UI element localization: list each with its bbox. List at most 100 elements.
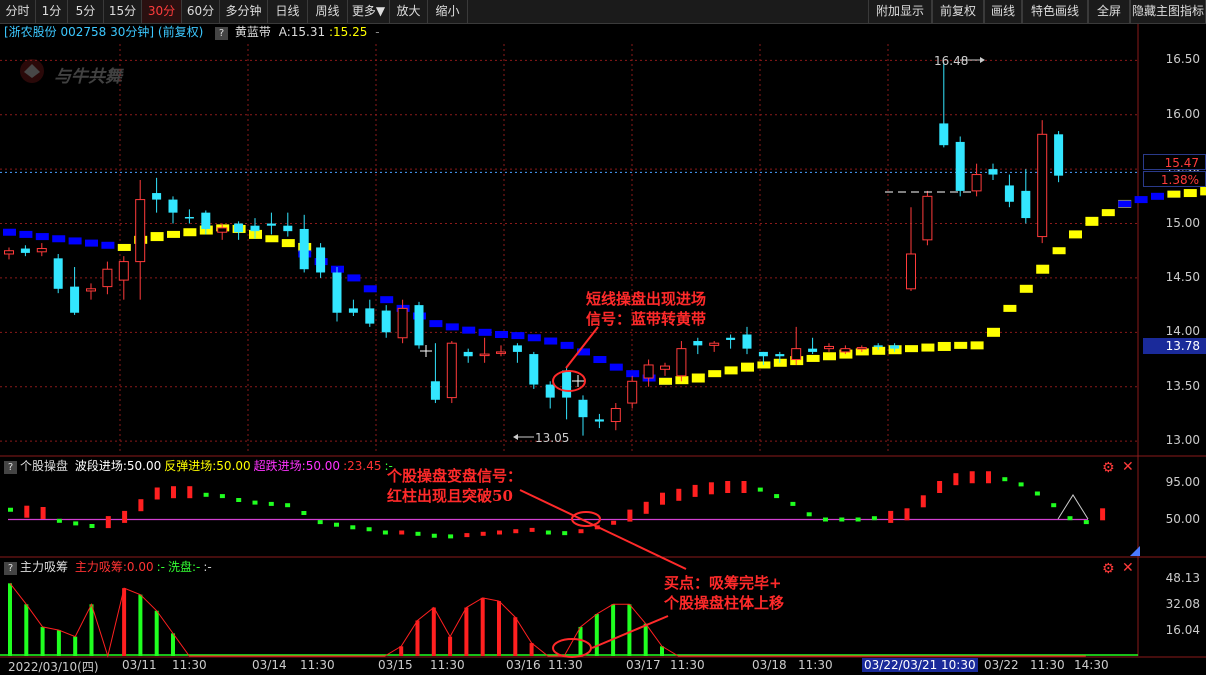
sub2-settings-icon[interactable]: ⚙	[1102, 562, 1115, 576]
sub2-bar	[643, 623, 648, 656]
sub1-bar	[138, 499, 144, 512]
band-block	[823, 352, 836, 361]
sub2-bar	[660, 646, 664, 656]
sub1-bar	[627, 509, 633, 522]
sub1-bar	[660, 492, 665, 505]
sub1-bar	[969, 471, 975, 484]
sub1-bar	[334, 522, 339, 527]
sub2-bar	[89, 604, 94, 656]
band-block	[970, 341, 984, 350]
sub1-bar	[24, 505, 30, 518]
candle-body-down	[529, 354, 539, 385]
sub2-name[interactable]: 主力吸筹	[20, 560, 68, 574]
sub2-bar	[138, 594, 143, 656]
sub2-bar	[513, 617, 518, 656]
band-block	[987, 327, 1000, 337]
candle-body-down	[414, 305, 424, 346]
candle-body-up	[479, 353, 490, 357]
sub1-settings-icon[interactable]: ⚙	[1102, 461, 1115, 475]
candle-body-down	[693, 341, 703, 346]
candle-body-up	[627, 380, 638, 404]
band-block	[1019, 284, 1033, 293]
band-block	[495, 330, 508, 338]
band-block	[1069, 230, 1082, 239]
sub1-bar	[236, 498, 242, 502]
sub2-help-icon[interactable]: ?	[4, 562, 17, 575]
sub2-bar	[171, 633, 175, 656]
time-label: 11:30	[1030, 658, 1065, 672]
sub2-y-tick-label: 48.13	[1165, 571, 1200, 585]
band-block	[691, 373, 705, 383]
sub2-bar	[497, 601, 501, 656]
band-block	[150, 232, 164, 242]
time-label: 11:30	[670, 658, 705, 672]
candle-body-down	[1004, 185, 1014, 202]
sub1-bar	[431, 533, 437, 538]
sub1-bar	[1034, 491, 1040, 496]
y-tick-label: 14.00	[1165, 324, 1200, 339]
sub1-bar	[56, 518, 62, 523]
sub1-bar	[643, 501, 649, 514]
sub1-y-tick-label: 50.00	[1165, 512, 1200, 526]
candle-body-down	[1021, 190, 1031, 219]
sub1-bar	[285, 503, 291, 508]
band-block	[527, 334, 541, 342]
sub2-bar	[464, 607, 469, 656]
sub1-param: 反弹进场:50.00	[164, 459, 251, 473]
sub1-bar	[920, 495, 926, 508]
sub2-header: ? 主力吸筹 主力吸筹:0.00:- 洗盘:-:-	[4, 560, 212, 575]
band-block	[3, 228, 16, 236]
candle-body-down	[168, 199, 178, 213]
y-tick-label: 16.00	[1165, 106, 1200, 121]
sub2-bar	[431, 607, 436, 656]
candle-body-down	[234, 223, 244, 233]
time-label: 11:30	[300, 658, 335, 672]
sub1-bar	[89, 524, 95, 528]
candle-body-down	[988, 169, 998, 175]
sub1-bar	[448, 534, 454, 539]
time-label: 03/22/03/21 10:30	[862, 658, 978, 672]
band-block	[68, 237, 82, 245]
sub1-bar	[464, 533, 470, 538]
candle-body-down	[463, 351, 473, 357]
candle-body-up	[643, 364, 654, 379]
sub1-bar	[529, 527, 535, 532]
annotation-turn-line1: 个股操盘变盘信号：	[387, 467, 523, 485]
candle-body-down	[201, 212, 211, 229]
sub1-bar	[774, 494, 780, 499]
band-block	[19, 230, 33, 238]
candle-body-up	[906, 253, 916, 290]
band-block	[1118, 200, 1132, 208]
y-tick-label: 14.50	[1165, 269, 1200, 284]
time-label: 03/11	[122, 658, 157, 672]
candle-body-down	[348, 308, 358, 313]
candle-body-down	[873, 345, 883, 347]
band-block	[52, 235, 66, 243]
candle-body-down	[184, 216, 194, 219]
triangle-marker	[1057, 494, 1089, 520]
sub2-bar	[594, 614, 599, 656]
candle-body-up	[676, 348, 687, 377]
sub1-name[interactable]: 个股操盘	[20, 459, 68, 473]
sub2-close-icon[interactable]: ✕	[1122, 561, 1134, 575]
sub1-bar	[545, 530, 551, 535]
sub1-help-icon[interactable]: ?	[4, 461, 17, 474]
time-label: 03/14	[252, 658, 287, 672]
sub1-close-icon[interactable]: ✕	[1122, 460, 1134, 474]
candle-body-down	[1054, 134, 1064, 176]
candle-body-down	[775, 354, 785, 357]
sub1-bar	[692, 484, 698, 497]
candle-body-down	[562, 370, 572, 398]
candle-body-up	[1037, 133, 1048, 238]
sub2-bar	[122, 588, 127, 656]
candle-body-up	[840, 348, 851, 353]
time-label: 2022/03/10(四)	[8, 660, 99, 674]
candle-body-down	[890, 345, 900, 349]
band-block	[35, 233, 49, 241]
band-block	[609, 363, 623, 371]
band-block	[593, 356, 607, 364]
sub1-y-tick-label: 95.00	[1165, 475, 1200, 489]
sub1-bar	[513, 529, 519, 534]
sub2-bar	[154, 610, 159, 656]
annotation-buy-line1: 买点：吸筹完毕+	[664, 574, 782, 592]
